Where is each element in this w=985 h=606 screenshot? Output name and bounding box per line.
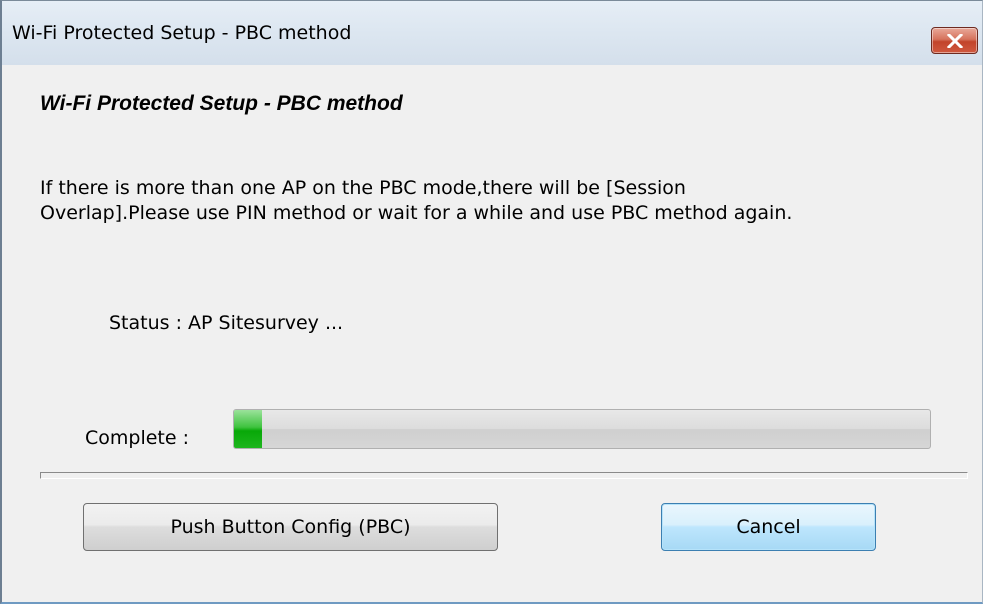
dialog-heading: Wi-Fi Protected Setup - PBC method — [40, 92, 403, 115]
close-button[interactable] — [931, 27, 978, 54]
status-text: Status : AP Sitesurvey ... — [109, 312, 344, 334]
description-line-1: If there is more than one AP on the PBC … — [40, 177, 686, 199]
complete-label: Complete : — [85, 427, 190, 449]
description-text: If there is more than one AP on the PBC … — [40, 176, 975, 226]
cancel-button[interactable]: Cancel — [661, 503, 876, 551]
separator — [40, 472, 968, 479]
dialog-content: Wi-Fi Protected Setup - PBC method If th… — [2, 65, 982, 602]
push-button-config-button[interactable]: Push Button Config (PBC) — [83, 503, 498, 551]
window-title: Wi-Fi Protected Setup - PBC method — [12, 22, 352, 44]
description-line-2: Overlap].Please use PIN method or wait f… — [40, 202, 793, 224]
wps-pbc-dialog: Wi-Fi Protected Setup - PBC method Wi-Fi… — [0, 0, 983, 604]
title-bar[interactable]: Wi-Fi Protected Setup - PBC method — [2, 1, 982, 65]
progress-bar — [233, 409, 931, 449]
close-icon — [946, 33, 963, 48]
progress-fill — [234, 410, 262, 448]
